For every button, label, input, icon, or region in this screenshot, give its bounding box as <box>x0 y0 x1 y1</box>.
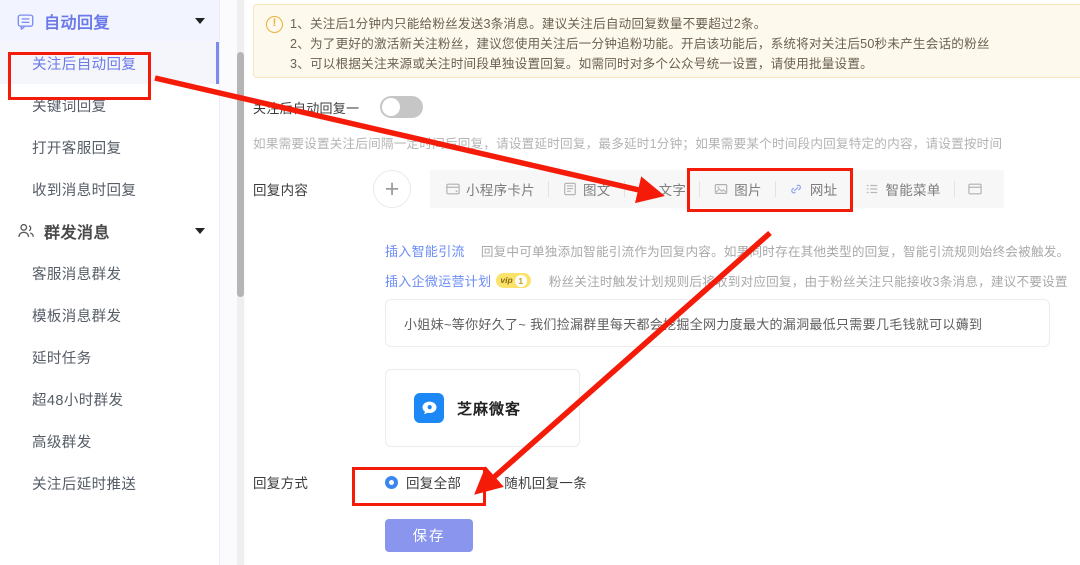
sidebar-group-title: 自动回复 <box>44 15 111 32</box>
sidebar-item-follow-delay-push[interactable]: 关注后延时推送 <box>0 462 219 504</box>
sidebar-item-label: 收到消息时回复 <box>32 182 137 199</box>
sidebar-item-open-service-reply[interactable]: 打开客服回复 <box>0 126 219 168</box>
main-content: ! 1、关注后1分钟内只能给粉丝发送3条消息。建议关注后自动回复数量不要超过2条… <box>245 0 1080 565</box>
sidebar-item-label: 客服消息群发 <box>32 266 122 283</box>
notice-list: 1、关注后1分钟内只能给粉丝发送3条消息。建议关注后自动回复数量不要超过2条。 … <box>264 14 1080 74</box>
insert-smart-traffic-link[interactable]: 插入智能引流 <box>385 241 465 260</box>
add-reply-button[interactable]: + <box>373 170 411 208</box>
warning-circle-icon: ! <box>266 16 283 33</box>
sidebar-item-follow-auto-reply[interactable]: 关注后自动回复 <box>0 42 219 84</box>
sidebar-group-auto-reply[interactable]: 自动回复 <box>0 0 219 42</box>
sidebar: 自动回复 关注后自动回复 关键词回复 打开客服回复 收到消息时回复 群发消息 客… <box>0 0 219 565</box>
app-root: 自动回复 关注后自动回复 关键词回复 打开客服回复 收到消息时回复 群发消息 客… <box>0 0 1080 565</box>
radio-dot <box>483 475 497 489</box>
chevron-down-icon[interactable] <box>195 228 205 234</box>
more-card-icon <box>968 182 983 197</box>
reply-type-label: 智能菜单 <box>885 183 941 198</box>
reply-type-url[interactable]: 网址 <box>776 170 851 208</box>
reply-text-card[interactable]: 小姐妹~等你好久了~ 我们捡漏群里每天都会挖掘全网力度最大的漏洞最低只需要几毛钱… <box>385 299 1050 347</box>
reply-type-image[interactable]: 图片 <box>700 170 775 208</box>
link-icon <box>789 182 804 197</box>
reply-image-card[interactable]: 芝麻微客 <box>385 369 580 447</box>
delay-hint-text: 如果需要设置关注后间隔一定时间后回复，请设置延时回复，最多延时1分钟；如果需要某… <box>253 137 1003 151</box>
reply-content-label: 回复内容 <box>253 183 309 198</box>
menu-list-icon <box>864 182 879 197</box>
insert-smart-traffic-desc: 回复中可单独添加智能引流作为回复内容。如果同时存在其他类型的回复，智能引流规则始… <box>480 245 1070 259</box>
reply-type-more[interactable] <box>955 170 1002 208</box>
reply-type-label: 图文 <box>583 183 611 198</box>
radio-dot <box>385 475 398 489</box>
notice-panel: ! 1、关注后1分钟内只能给粉丝发送3条消息。建议关注后自动回复数量不要超过2条… <box>253 4 1080 78</box>
reply-type-smart-menu[interactable]: 智能菜单 <box>851 170 953 208</box>
radio-reply-random-one[interactable]: 随机回复一条 <box>483 472 587 492</box>
sidebar-item-label: 模板消息群发 <box>32 308 122 325</box>
sidebar-item-label: 关键词回复 <box>32 98 107 115</box>
reply-method-label: 回复方式 <box>253 476 309 491</box>
reply-image-name: 芝麻微客 <box>457 400 522 418</box>
sidebar-item-template-mass[interactable]: 模板消息群发 <box>0 294 219 336</box>
reply-type-label: 图片 <box>734 183 762 198</box>
radio-reply-all[interactable]: 回复全部 <box>385 472 461 492</box>
insert-qiwei-plan-desc: 粉丝关注时触发计划规则后将收到对应回复，由于粉丝关注只能接收3条消息，建议不要设… <box>548 275 1068 289</box>
radio-label: 随机回复一条 <box>504 476 588 491</box>
insert-qiwei-plan-row: 插入企微运营计划 vip 1 粉丝关注时触发计划规则后将收到对应回复，由于粉丝关… <box>385 271 1068 290</box>
auto-reply-toggle[interactable] <box>380 96 424 118</box>
page-scrollbar-thumb[interactable] <box>237 52 244 297</box>
sidebar-item-label: 关注后自动回复 <box>32 56 137 73</box>
chat-box-icon <box>16 12 35 31</box>
sidebar-item-label: 关注后延时推送 <box>32 476 137 493</box>
chat-bubble-icon <box>414 393 444 423</box>
reply-method-row: 回复方式 回复全部 随机回复一条 <box>253 472 609 492</box>
reply-type-toolbar: 小程序卡片 图文 文字 图片 网址 智能菜单 <box>430 170 1004 208</box>
reply-type-text[interactable]: 文字 <box>625 170 700 208</box>
vip-badge-text: vip <box>500 275 513 285</box>
radio-label: 回复全部 <box>406 476 462 491</box>
reply-text-content: 小姐妹~等你好久了~ 我们捡漏群里每天都会挖掘全网力度最大的漏洞最低只需要几毛钱… <box>404 316 983 332</box>
insert-qiwei-plan-link[interactable]: 插入企微运营计划 <box>385 271 491 290</box>
save-button[interactable]: 保存 <box>385 519 473 552</box>
auto-reply-toggle-label: 关注后自动回复一 <box>253 100 360 116</box>
mini-program-icon <box>445 182 460 197</box>
reply-type-mini-program[interactable]: 小程序卡片 <box>432 170 548 208</box>
sidebar-item-keyword-reply[interactable]: 关键词回复 <box>0 84 219 126</box>
vip-badge: vip 1 <box>496 273 531 288</box>
image-icon <box>713 182 728 197</box>
sidebar-item-service-mass[interactable]: 客服消息群发 <box>0 252 219 294</box>
sidebar-item-delay-task[interactable]: 延时任务 <box>0 336 219 378</box>
reply-type-label: 文字 <box>658 183 687 198</box>
sidebar-item-label: 超48小时群发 <box>32 392 124 409</box>
text-icon <box>638 182 653 197</box>
toggle-knob <box>382 98 401 116</box>
reply-type-article[interactable]: 图文 <box>549 170 624 208</box>
sidebar-item-label: 打开客服回复 <box>32 140 122 157</box>
reply-type-label: 小程序卡片 <box>466 183 535 198</box>
sidebar-item-over-48h-mass[interactable]: 超48小时群发 <box>0 378 219 420</box>
reply-content-row: 回复内容 + 小程序卡片 图文 文字 图片 网址 智能菜单 <box>253 170 1004 208</box>
vip-badge-number: 1 <box>514 274 527 287</box>
sidebar-item-label: 高级群发 <box>32 434 92 451</box>
notice-line: 3、可以根据关注来源或关注时间段单独设置回复。如需同时对多个公众号统一设置，请使… <box>290 57 873 71</box>
auto-reply-toggle-row: 关注后自动回复一 <box>253 96 424 118</box>
chevron-down-icon[interactable] <box>195 18 205 24</box>
notice-line: 2、为了更好的激活新关注粉丝，建议您使用关注后一分钟追粉功能。开启该功能后，系统… <box>290 37 990 51</box>
insert-smart-traffic-row: 插入智能引流 回复中可单独添加智能引流作为回复内容。如果同时存在其他类型的回复，… <box>385 241 1069 260</box>
users-icon <box>16 222 35 241</box>
sidebar-group-title: 群发消息 <box>44 225 111 242</box>
notice-line: 1、关注后1分钟内只能给粉丝发送3条消息。建议关注后自动回复数量不要超过2条。 <box>290 17 767 31</box>
plus-icon: + <box>384 174 400 203</box>
sidebar-group-mass-message[interactable]: 群发消息 <box>0 210 219 252</box>
sidebar-item-label: 延时任务 <box>32 350 92 367</box>
reply-type-label: 网址 <box>809 183 838 198</box>
article-icon <box>562 182 577 197</box>
sidebar-item-advanced-mass[interactable]: 高级群发 <box>0 420 219 462</box>
sidebar-item-on-message-reply[interactable]: 收到消息时回复 <box>0 168 219 210</box>
